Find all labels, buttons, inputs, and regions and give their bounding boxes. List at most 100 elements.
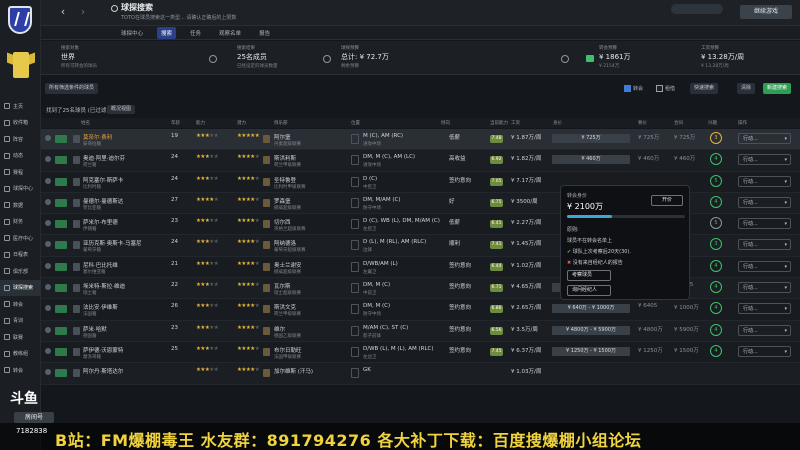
sidebar-item[interactable]: 球探中心 [0,181,41,198]
player-name[interactable]: 萨伊德·沃恩蒙特 [83,346,123,354]
sidebar-item[interactable]: 动态 [0,148,41,165]
shortlist-badge[interactable] [55,220,67,229]
quick-search-button[interactable]: 快速搜索 [690,83,719,94]
sidebar-item[interactable]: 财务 [0,214,41,231]
club-name[interactable]: 奥士兰谢安 [274,261,302,269]
shortlist-badge[interactable] [55,347,67,356]
shortlist-badge[interactable] [55,135,67,143]
club-name[interactable]: 圣特鲁登 [274,176,296,184]
club-name[interactable]: 布尔日勒旺 [274,346,302,354]
tab[interactable]: 搜索 [157,26,177,39]
sidebar-item[interactable]: 球探搜索 [0,279,41,296]
tab[interactable]: 任务 [186,27,205,39]
shortlist-badge[interactable] [55,369,67,378]
club-name[interactable]: 瓦尔斯 [274,282,291,290]
sidebar-item[interactable]: 转会 [0,362,41,379]
column-header[interactable]: 年龄 [171,120,180,126]
player-name[interactable]: 亚历克斯·奥斯卡·马塞尼 [83,239,142,247]
action-dropdown[interactable]: 行动... [738,260,791,272]
player-name[interactable]: 萨米尔·布里德 [83,218,118,226]
sidebar-item[interactable]: 转会 [0,296,41,313]
column-header[interactable]: 身价 [553,120,562,126]
sidebar-item[interactable]: 联赛 [0,329,41,346]
sidebar-item[interactable]: 赛程 [0,164,41,181]
sidebar-item[interactable]: 主页 [0,98,41,115]
column-header[interactable]: 工资 [511,120,520,126]
column-header[interactable]: 姓名 [81,120,90,126]
player-name[interactable]: 奥迪·阿里·迪尔芬 [83,154,125,162]
sidebar-item[interactable]: 日程表 [0,247,41,264]
sidebar-item[interactable]: 俱乐部 [0,263,41,280]
sidebar-item[interactable]: 收件箱 [0,115,41,132]
player-name[interactable]: 曼德尔·曼德斯达 [83,197,123,205]
player-name[interactable]: 阿尔丹·斯塔达尔 [83,367,123,375]
tab[interactable]: 观察名单 [215,27,245,39]
club-name[interactable]: 斯洪文克 [274,303,296,311]
table-row[interactable]: 莫奈尔·费利 安哥拉籍 19 ★★★★★ ★★★★★ 阿尔堡 丹麦超级联赛 M (C), AM… [41,129,800,151]
table-row[interactable]: 法比安·伊维斯 法国籍 26 ★★★★★ ★★★★★ 斯洪文克 荷兰甲级联赛 DM, M (C… [41,299,800,321]
column-header[interactable]: 潜力 [237,120,246,126]
player-name[interactable]: 法比安·伊维斯 [83,303,118,311]
sidebar-item[interactable]: 数据 [0,197,41,214]
table-row[interactable]: 阿尔丹·斯塔达尔 ★★★★★ ★★★★★ 加尔维斯 (汗马) GK ¥ 1.03万/周 [41,363,800,385]
back-arrow-icon[interactable]: ‹ [57,6,69,18]
shortlist-badge[interactable] [55,262,67,271]
column-header[interactable]: 倾向 [441,120,450,126]
club-name[interactable]: 加尔维斯 (汗马) [274,367,313,375]
player-name[interactable]: 萨米·哈默 [83,325,107,333]
club-name[interactable]: 切尔西 [274,218,291,226]
loan-checkbox[interactable] [656,85,663,92]
action-dropdown[interactable]: 行动... [738,345,791,357]
action-dropdown[interactable]: 行动... [738,154,791,166]
sidebar-item[interactable]: 医疗中心 [0,230,41,247]
clear-button[interactable]: 清除 [737,83,756,94]
shortlist-badge[interactable] [55,326,67,335]
tab[interactable]: 报告 [255,27,274,39]
club-name[interactable]: 阿尔堡 [274,133,291,141]
club-name[interactable]: 阿纳德洛 [274,239,296,247]
forward-arrow-icon[interactable]: › [77,6,89,18]
action-dropdown[interactable]: 行动... [738,239,791,251]
shortlist-badge[interactable] [55,305,67,314]
shortlist-badge[interactable] [55,156,67,165]
action-dropdown[interactable]: 行动... [738,303,791,315]
chevron-down-icon[interactable] [561,55,569,63]
column-header[interactable]: 合同 [674,120,683,126]
make-offer-button[interactable]: 开价 [651,195,683,206]
shortlist-badge[interactable] [55,198,67,207]
sidebar-item[interactable]: 教练组 [0,346,41,363]
column-header[interactable]: 当前能力 [490,120,508,126]
player-name[interactable]: 莫奈尔·费利 [83,133,112,141]
player-name[interactable]: 埃米特·斯拉·维迪 [83,282,125,290]
filter-dropdown[interactable]: 所有筛选条件的球员 [45,83,99,94]
column-header[interactable]: 兴趣 [708,120,717,126]
view-dropdown[interactable]: 概况视图 [107,105,136,114]
column-header[interactable]: 能力 [196,120,205,126]
player-name[interactable]: 尼科·巴比托维 [83,261,118,269]
club-name[interactable]: 斯洪利斯 [274,154,296,162]
action-dropdown[interactable]: 行动... [738,133,791,144]
action-dropdown[interactable]: 行动... [738,218,791,230]
shortlist-badge[interactable] [55,241,67,250]
new-search-button[interactable]: 新建搜索 [763,83,792,94]
shortlist-badge[interactable] [55,284,67,293]
column-header[interactable]: 要价 [638,120,647,126]
table-row[interactable]: 萨伊德·沃恩蒙特 摩洛哥籍 25 ★★★★★ ★★★★★ 布尔日勒旺 法国甲级联赛 D/WB … [41,341,800,364]
club-logo[interactable] [8,6,32,34]
table-row[interactable]: 奥迪·阿里·迪尔芬 荷兰籍 24 ★★★★★ ★★★★★ 斯洪利斯 荷兰甲级联赛 DM, M … [41,150,800,172]
shortlist-badge[interactable] [55,177,67,186]
action-dropdown[interactable]: 行动... [738,196,791,208]
transfer-checkbox[interactable] [624,85,631,92]
tab[interactable]: 球探中心 [117,27,147,39]
club-name[interactable]: 罗森堡 [274,197,291,205]
action-dropdown[interactable]: 行动... [738,282,791,294]
scout-player-button[interactable]: 考察球员 [567,270,611,281]
chevron-down-icon[interactable] [209,55,217,63]
action-dropdown[interactable]: 行动... [738,324,791,336]
continue-button[interactable]: 继续游戏 [740,5,792,19]
sidebar-item[interactable]: 青训 [0,313,41,330]
club-name[interactable]: 维尔 [274,325,285,333]
column-header[interactable]: 位置 [351,120,360,126]
table-row[interactable]: 萨米·哈默 德国籍 23 ★★★★★ ★★★★★ 维尔 德国乙级联赛 M/AM (C), ST… [41,320,800,342]
sidebar-item[interactable]: 阵容 [0,131,41,148]
